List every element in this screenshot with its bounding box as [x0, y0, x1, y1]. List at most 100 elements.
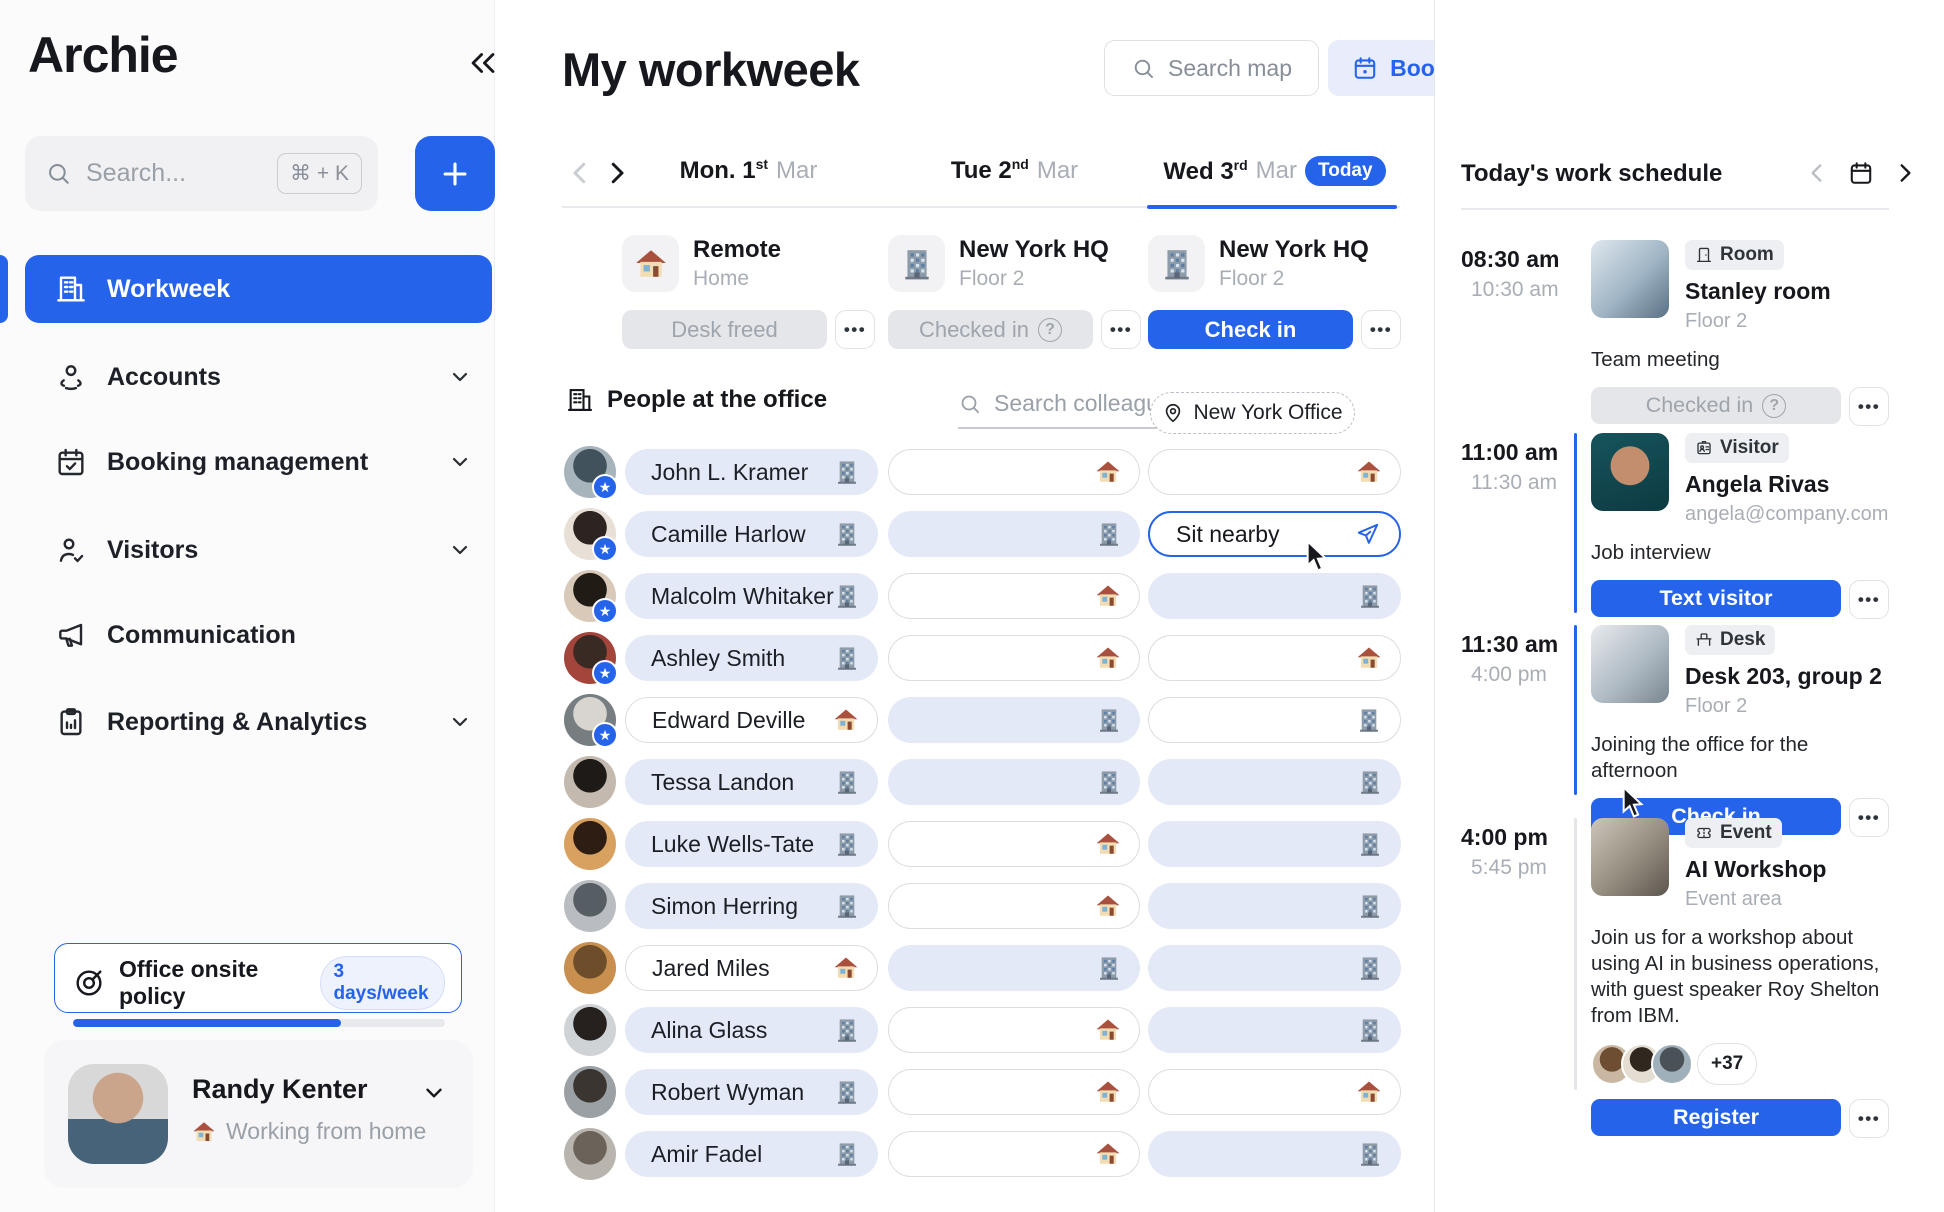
avatar: [1651, 1043, 1693, 1085]
register-button[interactable]: Register: [1591, 1099, 1841, 1136]
day-header[interactable]: Tue 2nd Mar: [888, 156, 1141, 185]
sidebar-item-reporting-analytics[interactable]: Reporting & Analytics: [25, 688, 492, 756]
checked-in-button[interactable]: Checked in?: [888, 310, 1093, 349]
user-profile-card[interactable]: Randy Kenter Working from home: [44, 1040, 473, 1188]
day-status-pill[interactable]: Camille Harlow: [625, 511, 878, 557]
office-filter-dropdown[interactable]: New York Office: [1150, 392, 1355, 434]
person-row: ★Edward Deville: [495, 694, 1434, 746]
schedule-panel: Today's work schedule 08:30 am 10:30 am …: [1434, 0, 1944, 1212]
day-status-pill[interactable]: Alina Glass: [625, 1007, 878, 1053]
day-more-button[interactable]: •••: [835, 310, 875, 349]
day-actions: Desk freed •••: [622, 310, 875, 349]
chevron-down-icon[interactable]: [448, 538, 472, 562]
sidebar-item-booking-management[interactable]: Booking management: [25, 428, 492, 496]
sit-nearby-button[interactable]: Sit nearby: [1148, 511, 1401, 557]
attendee-count-badge[interactable]: +37: [1697, 1043, 1757, 1085]
chevron-down-icon[interactable]: [421, 1080, 447, 1106]
policy-title: Office onsite policy: [119, 956, 306, 1010]
day-status-pill[interactable]: [1148, 573, 1401, 619]
day-status-pill[interactable]: Robert Wyman: [625, 1069, 878, 1115]
day-status-pill[interactable]: [888, 759, 1140, 805]
sidebar-item-communication[interactable]: Communication: [25, 601, 492, 669]
badge-label: Visitor: [1720, 437, 1779, 459]
day-status-pill[interactable]: [1148, 1007, 1401, 1053]
day-status-pill[interactable]: Jared Miles: [625, 945, 878, 991]
day-status-pill[interactable]: [1148, 1069, 1401, 1115]
location-pin-icon: [1162, 402, 1184, 424]
person-row: Luke Wells-Tate: [495, 818, 1434, 870]
today-badge: Today: [1305, 156, 1386, 186]
sidebar-item-visitors[interactable]: Visitors: [25, 516, 492, 584]
checked-in-button[interactable]: Checked in ?: [1591, 387, 1841, 424]
day-header[interactable]: Wed 3rd Mar Today: [1148, 156, 1401, 186]
desk-freed-button[interactable]: Desk freed: [622, 310, 827, 349]
schedule-prev-icon[interactable]: [1804, 160, 1830, 186]
add-button[interactable]: [415, 136, 495, 211]
day-label: Wed 3rd: [1163, 157, 1247, 186]
day-status-pill[interactable]: [1148, 945, 1401, 991]
day-status-pill[interactable]: [1148, 697, 1401, 743]
day-status-pill[interactable]: John L. Kramer: [625, 449, 878, 495]
day-more-button[interactable]: •••: [1101, 310, 1141, 349]
day-status-pill[interactable]: [888, 883, 1140, 929]
item-more-button[interactable]: •••: [1849, 1099, 1889, 1138]
help-icon[interactable]: ?: [1038, 318, 1062, 342]
week-prev-icon[interactable]: [565, 158, 595, 188]
sidebar-item-workweek[interactable]: Workweek: [25, 255, 492, 323]
day-status-pill[interactable]: [1148, 449, 1401, 495]
day-status-pill[interactable]: [888, 1007, 1140, 1053]
day-status-pill[interactable]: [888, 573, 1140, 619]
chevron-down-icon[interactable]: [448, 365, 472, 389]
day-status-pill[interactable]: [888, 511, 1140, 557]
text-visitor-button[interactable]: Text visitor: [1591, 580, 1841, 617]
day-status-pill[interactable]: Simon Herring: [625, 883, 878, 929]
day-status-pill[interactable]: [1148, 759, 1401, 805]
user-name: Randy Kenter: [192, 1074, 368, 1105]
office-onsite-policy-card[interactable]: Office onsite policy 3 days/week: [54, 943, 462, 1013]
home-icon: [1095, 831, 1121, 857]
send-icon: [1355, 521, 1381, 547]
search-map-button[interactable]: Search map: [1104, 40, 1319, 96]
day-status-pill[interactable]: [888, 635, 1140, 681]
day-status-pill[interactable]: [888, 821, 1140, 867]
people-icon: [55, 361, 87, 393]
day-status-pill[interactable]: Malcolm Whitaker: [625, 573, 878, 619]
day-status-pill[interactable]: [888, 1131, 1140, 1177]
check-in-button[interactable]: Check in: [1148, 310, 1353, 349]
day-status-pill[interactable]: Edward Deville: [625, 697, 878, 743]
building-icon: [55, 273, 87, 305]
day-status-pill[interactable]: Tessa Landon: [625, 759, 878, 805]
calendar-icon[interactable]: [1848, 160, 1874, 186]
day-status-pill[interactable]: [1148, 883, 1401, 929]
home-icon: [1356, 645, 1382, 671]
page-title: My workweek: [562, 42, 860, 97]
day-status-pill[interactable]: [1148, 1131, 1401, 1177]
day-status-pill[interactable]: [888, 1069, 1140, 1115]
item-photo: [1591, 818, 1669, 896]
item-title: Desk 203, group 2: [1685, 663, 1882, 690]
day-status-pill[interactable]: [888, 697, 1140, 743]
sidebar-item-accounts[interactable]: Accounts: [25, 343, 492, 411]
day-header[interactable]: Mon. 1st Mar: [622, 156, 875, 185]
sidebar-search-input[interactable]: Search... ⌘ + K: [25, 136, 378, 211]
day-status-pill[interactable]: Amir Fadel: [625, 1131, 878, 1177]
day-status-pill[interactable]: Luke Wells-Tate: [625, 821, 878, 867]
day-status-pill[interactable]: Ashley Smith: [625, 635, 878, 681]
day-status-pill[interactable]: [888, 449, 1140, 495]
building-icon: [834, 1079, 860, 1105]
building-icon: [1096, 769, 1122, 795]
day-status-pill[interactable]: [1148, 635, 1401, 681]
chevron-down-icon[interactable]: [448, 450, 472, 474]
location-sub: Floor 2: [1219, 267, 1369, 291]
day-status-pill[interactable]: [888, 945, 1140, 991]
item-more-button[interactable]: •••: [1849, 387, 1889, 426]
chevron-down-icon[interactable]: [448, 710, 472, 734]
day-status-pill[interactable]: [1148, 821, 1401, 867]
day-month: Mar: [1256, 157, 1297, 185]
help-icon[interactable]: ?: [1762, 394, 1786, 418]
item-more-button[interactable]: •••: [1849, 580, 1889, 619]
search-placeholder: Search...: [86, 159, 277, 188]
schedule-next-icon[interactable]: [1892, 160, 1918, 186]
item-title: Angela Rivas: [1685, 471, 1888, 498]
day-more-button[interactable]: •••: [1361, 310, 1401, 349]
